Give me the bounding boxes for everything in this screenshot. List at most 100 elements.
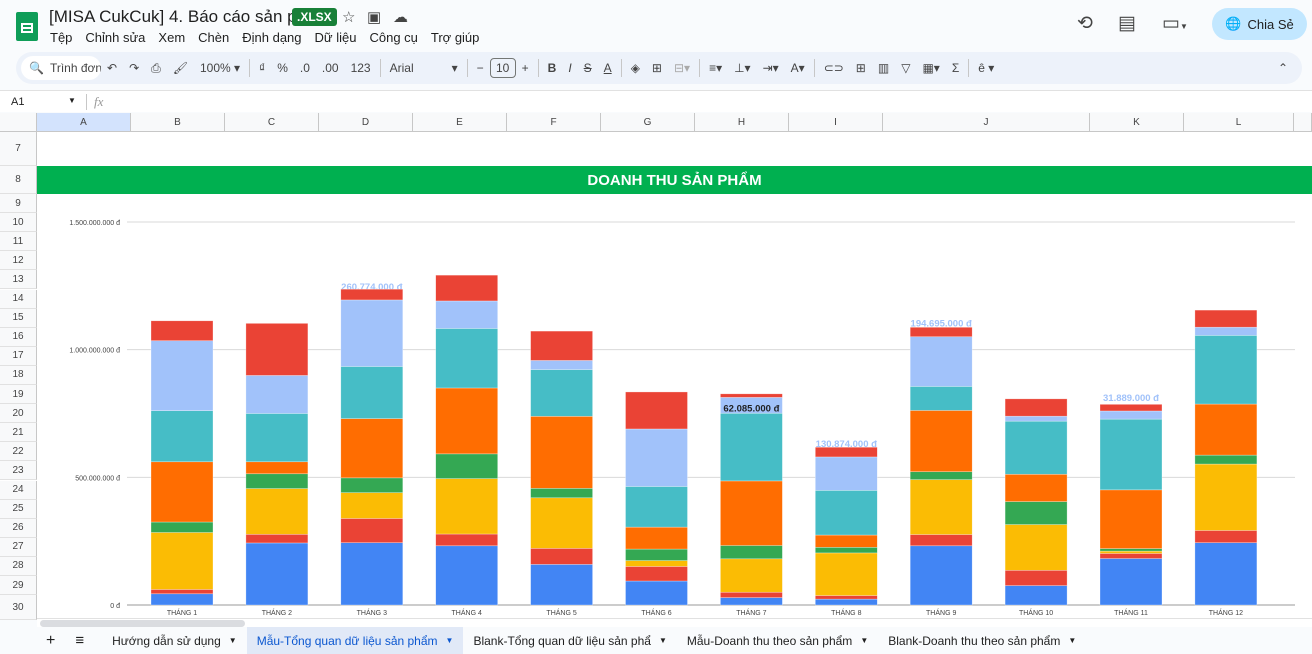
font-select[interactable]: Arial ▾	[384, 61, 464, 75]
meet-icon[interactable]: ▭▼	[1162, 12, 1188, 35]
report-banner[interactable]: DOANH THU SẢN PHẨM	[37, 166, 1312, 194]
text-color-icon[interactable]: A	[598, 61, 618, 75]
collapse-toolbar-icon[interactable]: ⌃	[1272, 61, 1294, 75]
currency-format-button[interactable]: ₫	[253, 61, 271, 75]
undo-icon[interactable]: ↶	[101, 61, 123, 75]
row-header[interactable]: 9	[0, 194, 37, 214]
sheet-tab[interactable]: Blank-Doanh thu theo sản phẩm ▼	[878, 627, 1086, 654]
row-header[interactable]: 26	[0, 518, 37, 538]
column-header[interactable]: F	[507, 113, 601, 132]
chevron-down-icon[interactable]: ▼	[229, 636, 237, 645]
menu-data[interactable]: Dữ liệu	[315, 30, 357, 45]
share-button[interactable]: 🌐 Chia Sẻ	[1212, 8, 1307, 40]
column-header[interactable]	[1294, 113, 1312, 132]
comments-icon[interactable]: ▤	[1118, 12, 1136, 35]
comment-icon[interactable]: ⊞	[850, 61, 872, 75]
increase-font-size-icon[interactable]: +	[516, 61, 535, 75]
menu-search[interactable]: 🔍 Trình đơn	[21, 56, 101, 80]
all-sheets-icon[interactable]: ≡	[65, 627, 94, 654]
borders-icon[interactable]: ⊞	[646, 61, 668, 75]
font-size-input[interactable]: 10	[489, 58, 516, 78]
row-header[interactable]: 27	[0, 537, 37, 557]
input-tools-icon[interactable]: ê ▾	[972, 61, 1000, 75]
row-header[interactable]: 8	[0, 166, 37, 194]
scrollbar-thumb[interactable]	[40, 620, 245, 627]
vertical-align-icon[interactable]: ⊥▾	[728, 61, 756, 75]
fill-color-icon[interactable]: ◈	[625, 61, 646, 75]
row-header[interactable]: 29	[0, 576, 37, 596]
link-icon[interactable]: ⊂⊃	[818, 61, 850, 75]
sheet-tab[interactable]: Hướng dẫn sử dụng ▼	[102, 627, 247, 654]
row-header[interactable]: 12	[0, 251, 37, 271]
chevron-down-icon[interactable]: ▼	[860, 636, 868, 645]
increase-decimal-button[interactable]: .00	[316, 61, 345, 75]
row-header[interactable]: 7	[0, 132, 37, 166]
chevron-down-icon[interactable]: ▼	[446, 636, 454, 645]
version-history-icon[interactable]: ⟲	[1077, 12, 1093, 35]
column-header[interactable]: B	[131, 113, 225, 132]
formula-input[interactable]	[120, 96, 1270, 110]
row-header[interactable]: 18	[0, 365, 37, 385]
row-header[interactable]: 24	[0, 480, 37, 500]
filter-icon[interactable]: ▽	[895, 61, 916, 75]
menu-help[interactable]: Trợ giúp	[431, 30, 480, 45]
sheet-tab-active[interactable]: Mẫu-Tổng quan dữ liệu sản phẩm ▼	[246, 627, 464, 654]
select-all-corner[interactable]	[0, 113, 37, 132]
column-header[interactable]: D	[319, 113, 413, 132]
chevron-down-icon[interactable]: ▼	[1068, 636, 1076, 645]
row-header[interactable]: 22	[0, 442, 37, 462]
sheets-logo[interactable]	[16, 12, 38, 41]
row-header[interactable]: 15	[0, 308, 37, 328]
column-header[interactable]: I	[789, 113, 883, 132]
column-header[interactable]: A	[37, 113, 131, 132]
menu-insert[interactable]: Chèn	[198, 30, 229, 45]
percent-format-button[interactable]: %	[271, 61, 294, 75]
bold-icon[interactable]: B	[542, 61, 563, 75]
column-header[interactable]: E	[413, 113, 507, 132]
menu-edit[interactable]: Chỉnh sửa	[85, 30, 145, 45]
zoom-select[interactable]: 100% ▾	[194, 61, 246, 75]
add-sheet-icon[interactable]: +	[36, 627, 65, 654]
row-header[interactable]: 10	[0, 213, 37, 233]
sheet-tab[interactable]: Blank-Tổng quan dữ liệu sản phẩ ▼	[463, 627, 676, 654]
row-header[interactable]: 20	[0, 404, 37, 424]
chart-icon[interactable]: ▥	[872, 61, 895, 75]
horizontal-align-icon[interactable]: ≡▾	[703, 61, 728, 75]
sheet-tab[interactable]: Mẫu-Doanh thu theo sản phẩm ▼	[677, 627, 878, 654]
strikethrough-icon[interactable]: S	[578, 61, 598, 75]
name-box-dropdown-icon[interactable]: ▼	[68, 96, 76, 105]
row-header[interactable]: 21	[0, 423, 37, 443]
decrease-decimal-button[interactable]: .0	[294, 61, 316, 75]
column-header[interactable]: C	[225, 113, 319, 132]
menu-file[interactable]: Tệp	[50, 30, 72, 45]
column-header[interactable]: K	[1090, 113, 1184, 132]
column-header[interactable]: L	[1184, 113, 1294, 132]
move-folder-icon[interactable]: ▣	[367, 8, 381, 26]
menu-view[interactable]: Xem	[158, 30, 185, 45]
decrease-font-size-icon[interactable]: −	[471, 61, 490, 75]
filter-views-icon[interactable]: ▦▾	[916, 61, 945, 75]
document-title[interactable]: [MISA CukCuk] 4. Báo cáo sản phẩm	[49, 7, 330, 27]
text-rotation-icon[interactable]: A▾	[785, 61, 811, 75]
row-header[interactable]: 11	[0, 232, 37, 252]
row-header[interactable]: 19	[0, 385, 37, 405]
menu-tools[interactable]: Công cụ	[369, 30, 417, 45]
name-box[interactable]: A1	[11, 96, 24, 108]
menu-format[interactable]: Định dạng	[242, 30, 301, 45]
column-header[interactable]: J	[883, 113, 1090, 132]
chevron-down-icon[interactable]: ▼	[659, 636, 667, 645]
row-header[interactable]: 13	[0, 270, 37, 290]
star-icon[interactable]: ☆	[342, 8, 355, 26]
row-header[interactable]: 25	[0, 499, 37, 519]
row-header[interactable]: 28	[0, 556, 37, 576]
revenue-stacked-bar-chart[interactable]: 0 đ 500.000.000 đ 1.000.000.000 đ 1.500.000…	[37, 194, 1312, 618]
horizontal-scrollbar[interactable]	[37, 618, 1312, 627]
print-icon[interactable]: ⎙	[145, 61, 167, 76]
column-header[interactable]: G	[601, 113, 695, 132]
row-header[interactable]: 14	[0, 289, 37, 309]
more-formats-button[interactable]: 123	[345, 61, 377, 75]
row-header[interactable]: 30	[0, 595, 37, 620]
functions-icon[interactable]: Σ	[946, 61, 965, 75]
paint-format-icon[interactable]: 🖌	[167, 61, 194, 75]
redo-icon[interactable]: ↷	[123, 61, 145, 75]
